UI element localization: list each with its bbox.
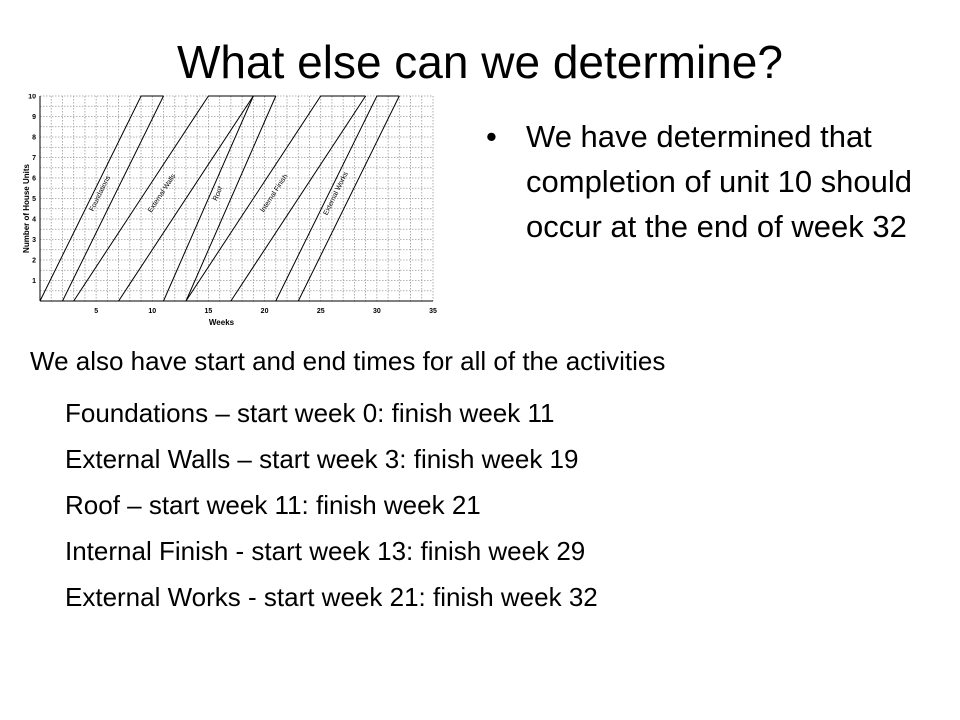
- y-tick-label: 2: [32, 258, 36, 265]
- y-tick-label: 9: [32, 114, 36, 121]
- activity-item-external-works: External Works - start week 21: finish w…: [65, 582, 598, 612]
- activities-intro: We also have start and end times for all…: [30, 346, 666, 376]
- slide-title: What else can we determine?: [177, 36, 783, 88]
- x-tick-label: 30: [373, 308, 381, 315]
- line-of-balance-chart: 5 10 15 20 25 30 35 1 2 3 4 5 6 7 8 9 10 Weeks Number of H…: [22, 94, 437, 327]
- y-tick-label: 1: [32, 278, 36, 285]
- y-tick-label: 7: [32, 155, 36, 162]
- y-axis-title: Number of House Units: [22, 164, 31, 253]
- series-label-external-walls: External Walls: [147, 173, 178, 214]
- y-tick-label: 8: [32, 135, 36, 142]
- x-tick-label: 5: [94, 308, 98, 315]
- activity-item-external-walls: External Walls – start week 3: finish we…: [65, 444, 579, 474]
- y-tick-label: 6: [32, 176, 36, 183]
- y-tick-label: 10: [28, 94, 36, 101]
- x-axis-title: Weeks: [209, 318, 235, 327]
- activity-item-roof: Roof – start week 11: finish week 21: [65, 490, 481, 520]
- x-tick-label: 20: [261, 308, 269, 315]
- x-tick-label: 35: [429, 308, 437, 315]
- x-tick-label: 10: [148, 308, 156, 315]
- y-tick-label: 4: [32, 217, 36, 224]
- bullet-dot: •: [486, 119, 497, 154]
- activity-item-foundations: Foundations – start week 0: finish week …: [65, 398, 555, 428]
- x-tick-label: 25: [317, 308, 325, 315]
- bullet-text: We have determined that completion of un…: [526, 119, 913, 244]
- series-label-internal-finish: Internal Finish: [260, 173, 290, 214]
- activity-list: Foundations – start week 0: finish week …: [65, 390, 598, 620]
- y-tick-label: 5: [32, 196, 36, 203]
- y-tick-label: 3: [32, 237, 36, 244]
- x-tick-label: 15: [205, 308, 213, 315]
- series-label-roof: Roof: [212, 186, 224, 202]
- activity-item-internal-finish: Internal Finish - start week 13: finish …: [65, 536, 586, 566]
